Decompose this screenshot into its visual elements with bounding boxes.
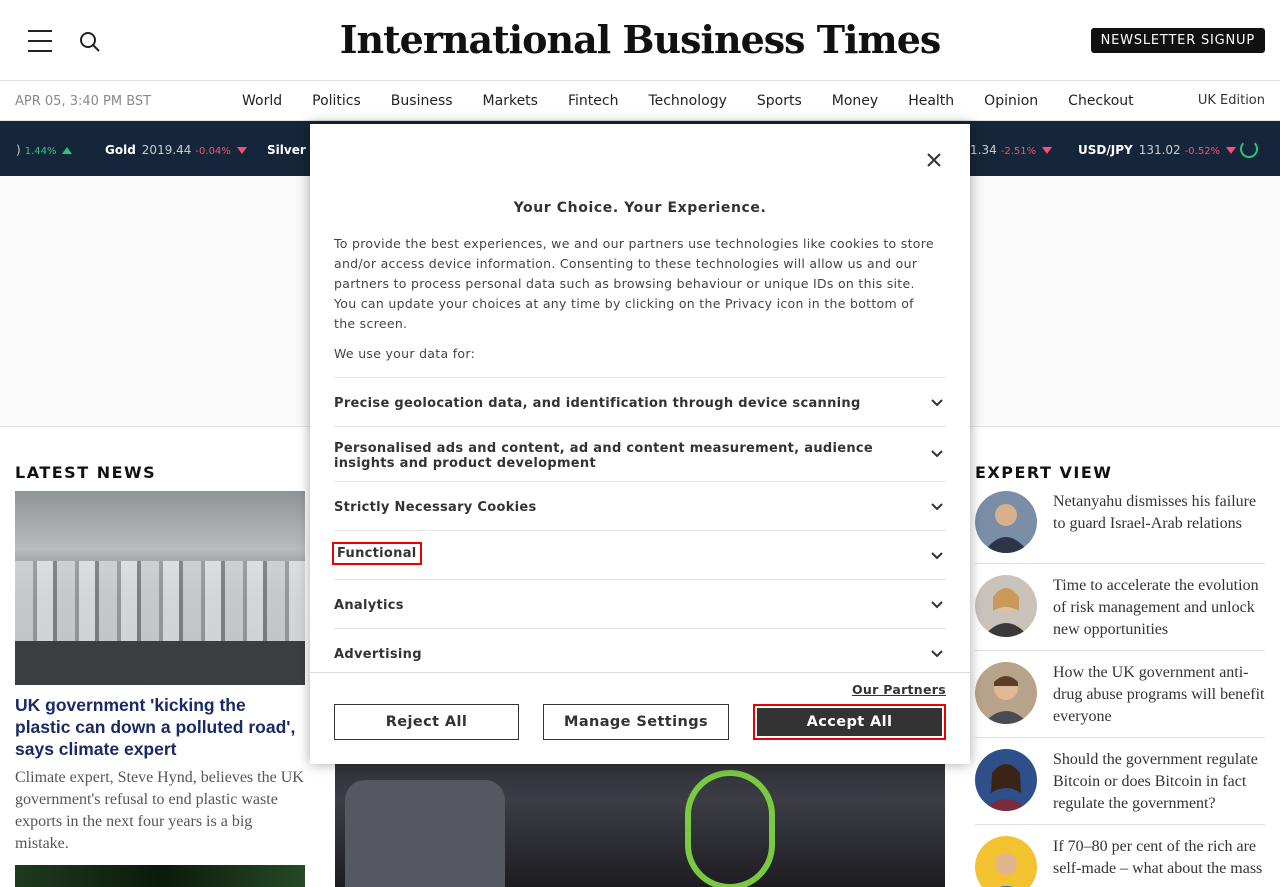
- expert-view-heading: EXPERT VIEW: [975, 463, 1113, 482]
- purpose-label: Advertising: [334, 647, 422, 662]
- nav-links: World Politics Business Markets Fintech …: [242, 93, 1164, 109]
- purpose-analytics[interactable]: Analytics: [334, 579, 946, 628]
- chevron-down-icon: [931, 503, 943, 511]
- divider: [310, 672, 970, 673]
- close-icon[interactable]: [924, 150, 944, 170]
- newsletter-signup-button[interactable]: NEWSLETTER SIGNUP: [1090, 28, 1265, 53]
- chevron-down-icon: [931, 450, 943, 458]
- chevron-down-icon: [931, 399, 943, 407]
- divider: [975, 650, 1265, 651]
- down-arrow-icon: [1226, 147, 1237, 154]
- consent-title: Your Choice. Your Experience.: [513, 200, 767, 216]
- reject-all-button[interactable]: Reject All: [334, 704, 519, 740]
- purpose-label: Strictly Necessary Cookies: [334, 500, 537, 515]
- divider: [975, 563, 1265, 564]
- purpose-label: Analytics: [334, 598, 404, 613]
- nav-item-health[interactable]: Health: [908, 93, 954, 109]
- down-arrow-icon: [1042, 147, 1053, 154]
- purpose-personalised-ads[interactable]: Personalised ads and content, ad and con…: [334, 426, 946, 481]
- expert-item-title[interactable]: How the UK government anti-drug abuse pr…: [1053, 662, 1267, 728]
- divider: [975, 824, 1265, 825]
- nav-item-markets[interactable]: Markets: [483, 93, 538, 109]
- our-partners-link[interactable]: Our Partners: [852, 682, 946, 697]
- purpose-label: Functional: [332, 542, 422, 565]
- avatar: [975, 491, 1037, 553]
- nav-item-business[interactable]: Business: [391, 93, 453, 109]
- chevron-down-icon: [931, 601, 943, 609]
- up-arrow-icon: [62, 147, 73, 154]
- accept-all-button[interactable]: Accept All: [753, 704, 946, 740]
- nav-item-technology[interactable]: Technology: [648, 93, 726, 109]
- chevron-down-icon: [931, 552, 943, 560]
- expert-item-title[interactable]: If 70–80 per cent of the rich are self-m…: [1053, 836, 1267, 880]
- nav-item-world[interactable]: World: [242, 93, 282, 109]
- site-logo[interactable]: International Business Times: [0, 17, 1280, 62]
- cookie-consent-dialog: Your Choice. Your Experience. To provide…: [310, 124, 970, 764]
- chevron-down-icon: [931, 650, 943, 658]
- nav-item-checkout[interactable]: Checkout: [1068, 93, 1134, 109]
- site-header: International Business Times NEWSLETTER …: [0, 0, 1280, 81]
- current-date: APR 05, 3:40 PM BST: [15, 94, 152, 109]
- latest-news-image-2[interactable]: [15, 865, 305, 887]
- ticker-item[interactable]: 1.34 -2.51%: [970, 143, 1053, 157]
- consent-description: To provide the best experiences, we and …: [334, 236, 934, 331]
- nav-item-politics[interactable]: Politics: [312, 93, 361, 109]
- nav-item-sports[interactable]: Sports: [757, 93, 802, 109]
- ticker-item-gold[interactable]: Gold 2019.44 -0.04%: [105, 143, 247, 157]
- latest-news-summary: Climate expert, Steve Hynd, believes the…: [15, 769, 304, 852]
- purpose-strictly-necessary[interactable]: Strictly Necessary Cookies: [334, 481, 946, 530]
- avatar: [975, 836, 1037, 887]
- purpose-functional[interactable]: Functional: [332, 530, 946, 579]
- purpose-label: Precise geolocation data, and identifica…: [334, 396, 861, 411]
- main-navigation: APR 05, 3:40 PM BST World Politics Busin…: [0, 81, 1280, 121]
- loading-spinner-icon: [1240, 140, 1258, 158]
- purpose-geolocation[interactable]: Precise geolocation data, and identifica…: [334, 377, 946, 426]
- avatar: [975, 662, 1037, 724]
- manage-settings-button[interactable]: Manage Settings: [543, 704, 729, 740]
- avatar: [975, 575, 1037, 637]
- avatar: [975, 749, 1037, 811]
- nav-item-opinion[interactable]: Opinion: [984, 93, 1038, 109]
- expert-item-title[interactable]: Should the government regulate Bitcoin o…: [1053, 749, 1267, 815]
- purpose-advertising[interactable]: Advertising: [334, 628, 946, 672]
- consent-use-label: We use your data for:: [334, 346, 476, 361]
- nav-item-money[interactable]: Money: [832, 93, 878, 109]
- latest-news-image[interactable]: [15, 491, 305, 685]
- divider: [975, 737, 1265, 738]
- latest-news-heading: LATEST NEWS: [15, 463, 157, 482]
- ticker-item[interactable]: ) 1.44%: [16, 143, 73, 157]
- edition-selector[interactable]: UK Edition: [1198, 93, 1265, 108]
- down-arrow-icon: [236, 147, 247, 154]
- expert-item-title[interactable]: Netanyahu dismisses his failure to guard…: [1053, 491, 1267, 535]
- nav-item-fintech[interactable]: Fintech: [568, 93, 618, 109]
- expert-item-title[interactable]: Time to accelerate the evolution of risk…: [1053, 575, 1267, 641]
- latest-news-headline[interactable]: UK government 'kicking the plastic can d…: [15, 694, 305, 760]
- purpose-label: Personalised ads and content, ad and con…: [334, 441, 874, 471]
- ticker-item-usdjpy[interactable]: USD/JPY 131.02 -0.52%: [1078, 143, 1237, 157]
